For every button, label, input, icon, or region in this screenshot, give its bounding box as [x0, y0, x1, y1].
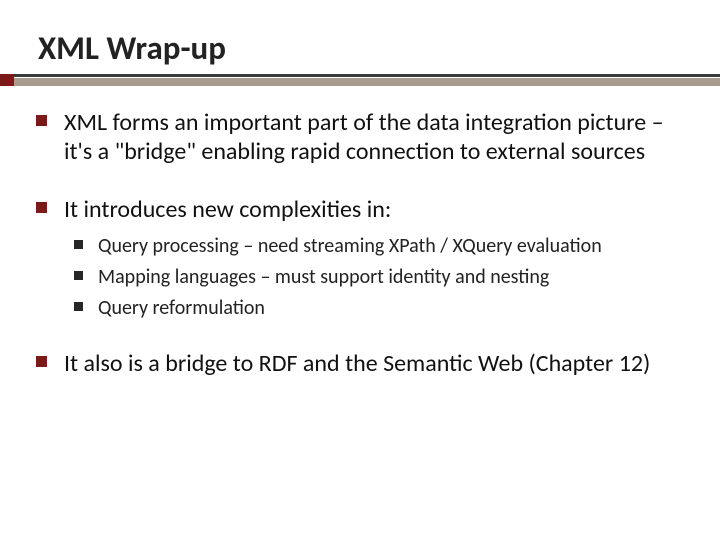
rule-dark-line — [0, 74, 720, 77]
title-rule — [36, 74, 684, 86]
slide-content: XML forms an important part of the data … — [36, 108, 684, 378]
bullet-text: It introduces new complexities in: — [64, 195, 391, 224]
rule-tan-line — [0, 78, 720, 86]
bullet-text: XML forms an important part of the data … — [64, 108, 664, 166]
list-item: Mapping languages – must support identit… — [98, 265, 684, 290]
rule-accent-block — [0, 74, 14, 86]
bullet-text: Mapping languages – must support identit… — [98, 265, 549, 289]
slide: XML Wrap-up XML forms an important part … — [0, 0, 720, 540]
list-item: Query reformulation — [98, 296, 684, 321]
list-item: It introduces new complexities in: Query… — [64, 195, 684, 321]
slide-title: XML Wrap-up — [36, 28, 684, 74]
bullet-text: Query processing – need streaming XPath … — [98, 234, 602, 258]
list-item: It also is a bridge to RDF and the Seman… — [64, 349, 684, 378]
bullet-text: Query reformulation — [98, 296, 265, 320]
bullet-list-level1: XML forms an important part of the data … — [36, 108, 684, 378]
list-item: Query processing – need streaming XPath … — [98, 234, 684, 259]
bullet-text: It also is a bridge to RDF and the Seman… — [64, 349, 650, 378]
list-item: XML forms an important part of the data … — [64, 108, 684, 167]
bullet-list-level2: Query processing – need streaming XPath … — [64, 234, 684, 321]
